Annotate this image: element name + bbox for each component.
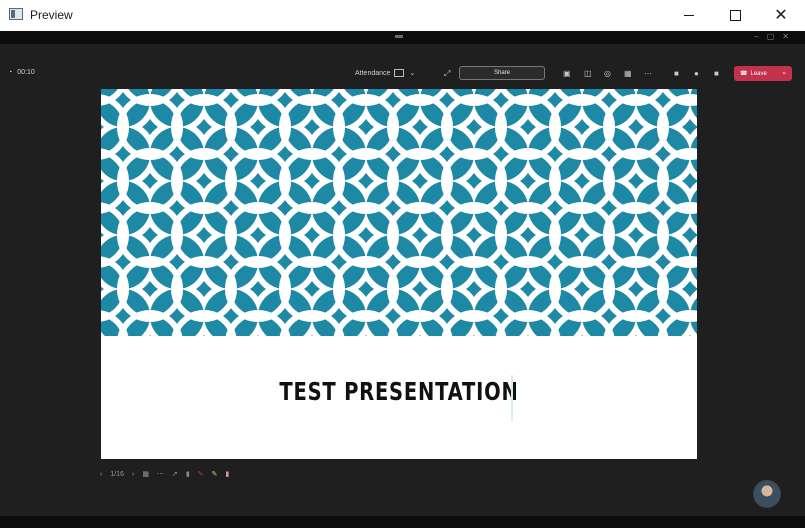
close-icon: ✕	[774, 6, 788, 24]
camera-icon[interactable]: ■	[674, 69, 679, 78]
share-screen-icon[interactable]: ■	[714, 69, 719, 78]
text-cursor	[511, 375, 513, 421]
screen-icon	[394, 69, 405, 77]
window-title-bar: Preview ✕	[0, 0, 805, 32]
share-button[interactable]: Share	[459, 66, 545, 80]
inner-window-bar: –▢✕	[0, 31, 805, 44]
people-icon[interactable]: ◫	[584, 69, 592, 78]
bottom-strip	[0, 516, 805, 528]
chat-icon[interactable]: ▣	[563, 69, 571, 78]
mic-icon[interactable]: ●	[694, 69, 699, 78]
slide-pattern-image	[101, 89, 697, 336]
participant-avatar[interactable]	[753, 480, 781, 508]
inner-window-controls[interactable]: –▢✕	[754, 31, 797, 43]
page-indicator: 1/16	[110, 470, 124, 478]
more-icon[interactable]: ⋯	[157, 470, 164, 478]
highlighter-icon[interactable]: ✎	[212, 470, 218, 478]
grip-icon[interactable]	[395, 35, 403, 38]
status-indicator[interactable]: Attendance ⌄	[355, 69, 415, 77]
presenter-controls: ‹ 1/16 › ▦ ⋯ ➚ ▮ ✎ ✎ ▮	[100, 466, 229, 482]
more-icon[interactable]: ⋯	[644, 69, 652, 78]
react-icon[interactable]: ◎	[604, 69, 611, 78]
pattern-circles	[101, 89, 697, 336]
minimize-button[interactable]	[666, 0, 712, 31]
shield-icon: ◔	[8, 69, 13, 76]
next-slide-icon[interactable]: ›	[132, 471, 134, 478]
meeting-toolbar	[0, 44, 805, 89]
leave-button[interactable]: ☎ Leave ⌄	[734, 66, 792, 81]
window-title: Preview	[30, 8, 73, 22]
pointer-icon[interactable]: ➚	[172, 470, 178, 478]
phone-icon: ☎	[740, 71, 748, 77]
meeting-timer: ◔ 00:10	[8, 69, 35, 76]
eraser-icon[interactable]: ▮	[186, 470, 190, 478]
expand-icon[interactable]: ⤢	[444, 69, 450, 78]
maximize-button[interactable]	[712, 0, 758, 31]
slide-title: TEST PRESENTATION	[279, 377, 519, 406]
presentation-slide: TEST PRESENTATION	[101, 89, 697, 459]
view-icon[interactable]: ▦	[624, 69, 632, 78]
minimize-icon	[684, 15, 694, 16]
grid-icon[interactable]: ▦	[142, 470, 149, 478]
chevron-down-icon: ⌄	[409, 70, 416, 77]
marker-icon[interactable]: ▮	[225, 470, 229, 478]
close-button[interactable]: ✕	[758, 0, 804, 31]
maximize-icon	[729, 10, 741, 21]
chevron-down-icon[interactable]: ⌄	[781, 68, 787, 76]
previous-slide-icon[interactable]: ‹	[100, 471, 102, 478]
app-icon	[9, 8, 23, 20]
pen-icon[interactable]: ✎	[198, 470, 204, 478]
